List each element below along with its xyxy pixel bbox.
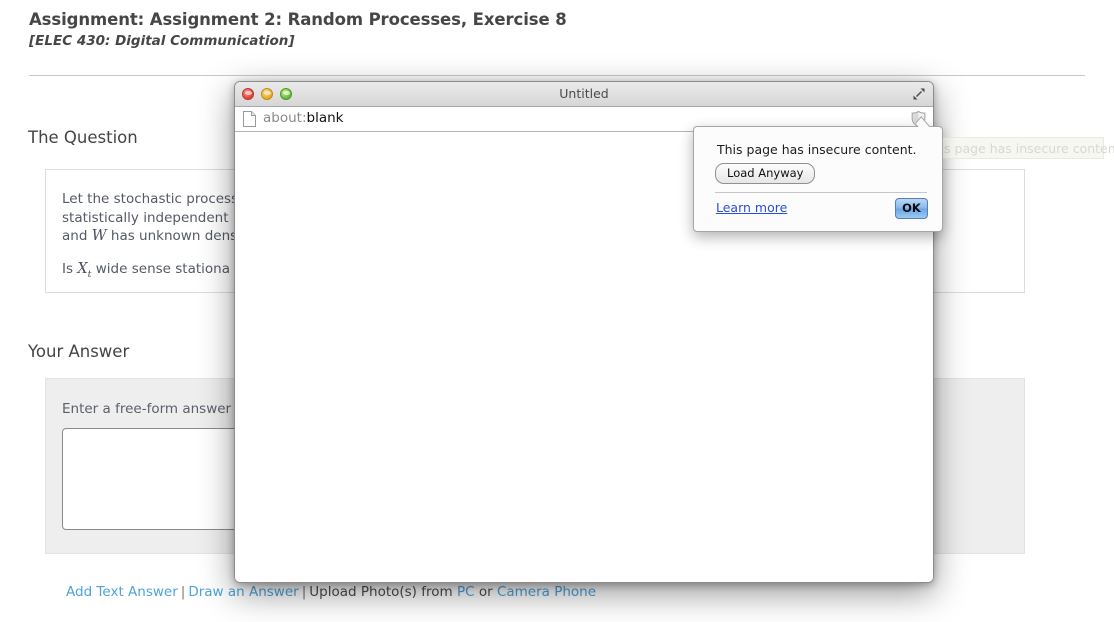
upload-or-label: or xyxy=(478,584,493,600)
draw-an-answer-link[interactable]: Draw an Answer xyxy=(188,584,298,600)
url-text[interactable]: about:blank xyxy=(263,110,343,126)
answer-label: Enter a free-form answer xyxy=(62,401,232,417)
learn-more-link[interactable]: Learn more xyxy=(716,200,787,215)
window-title: Untitled xyxy=(559,86,609,101)
answer-actions: Add Text Answer | Draw an Answer | Upload Ph… xyxy=(66,584,596,600)
math-variable-x: Xt xyxy=(77,260,92,280)
link-separator-2: | xyxy=(301,584,307,600)
page-icon xyxy=(243,111,256,127)
question-line-4b: wide sense stationa xyxy=(95,260,230,277)
url-rest: blank xyxy=(306,110,344,126)
link-separator-1: | xyxy=(180,584,186,600)
course-subtitle: [ELEC 430: Digital Communication] xyxy=(29,33,295,49)
popup-divider xyxy=(715,192,927,193)
load-anyway-button[interactable]: Load Anyway xyxy=(715,163,816,184)
url-scheme: about: xyxy=(263,110,307,126)
question-line-4a: Is xyxy=(62,260,74,277)
upload-from-camera-phone-link[interactable]: Camera Phone xyxy=(497,584,596,600)
question-line-1: Let the stochastic process xyxy=(62,191,239,207)
question-heading: The Question xyxy=(28,128,138,147)
math-subscript-t: t xyxy=(87,268,92,280)
upload-from-pc-link[interactable]: PC xyxy=(457,584,475,600)
insecure-content-popup: This page has insecure content. Load Any… xyxy=(693,116,943,232)
add-text-answer-link[interactable]: Add Text Answer xyxy=(66,584,178,600)
math-variable-w: W xyxy=(91,228,107,244)
ok-button[interactable]: OK xyxy=(895,198,928,219)
screen: Assignment: Assignment 2: Random Process… xyxy=(0,0,1114,622)
header-divider xyxy=(29,75,1085,76)
question-line-3a: and xyxy=(62,228,88,244)
fullscreen-icon[interactable] xyxy=(911,86,927,102)
browser-titlebar[interactable]: Untitled xyxy=(235,82,933,107)
question-line-3b: has unknown dens xyxy=(110,228,238,244)
page-title: Assignment: Assignment 2: Random Process… xyxy=(29,10,567,29)
question-line-2: statistically independent r xyxy=(62,209,239,226)
upload-photos-label: Upload Photo(s) from xyxy=(309,584,453,600)
popup-message: This page has insecure content. xyxy=(717,142,917,157)
answer-heading: Your Answer xyxy=(28,342,130,361)
insecure-content-ghost-tooltip: This page has insecure content. xyxy=(918,137,1114,159)
